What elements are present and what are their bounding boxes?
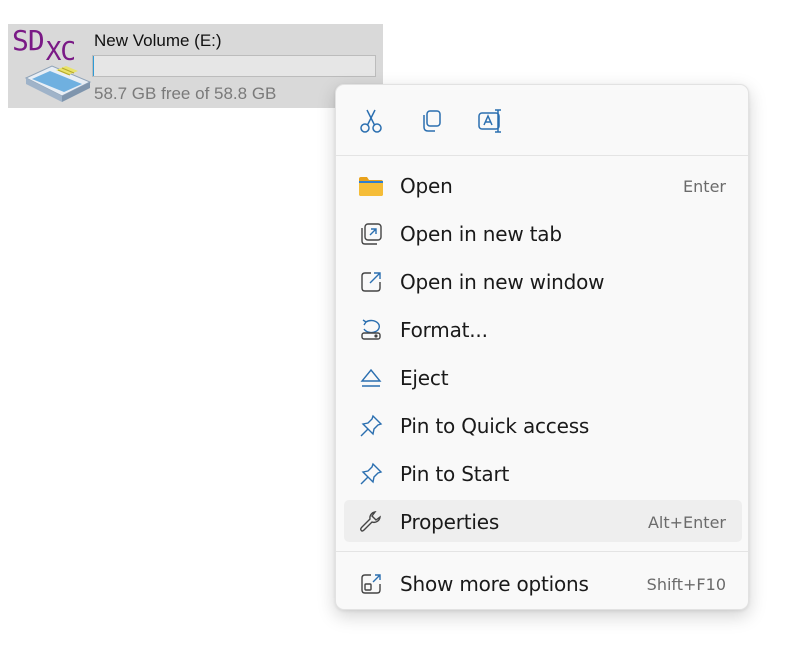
rename-button[interactable] [473,103,509,139]
menu-separator [336,551,748,552]
pin-icon [358,413,384,439]
drive-usage-bar [92,55,376,77]
drive-usage-fill [93,56,94,76]
rename-icon [478,109,501,133]
cut-button[interactable] [353,103,389,139]
drive-name: New Volume (E:) [94,31,222,50]
menu-item-show-more-options[interactable]: Show more options Shift+F10 [344,562,742,604]
copy-button[interactable] [413,103,449,139]
menu-item-pin-to-quick-access[interactable]: Pin to Quick access [344,404,742,446]
pin-icon [358,461,384,487]
menu-item-open-in-new-window[interactable]: Open in new window [344,260,742,302]
show-more-icon [358,571,384,597]
wrench-icon [358,509,384,535]
menu-item-pin-to-start[interactable]: Pin to Start [344,452,742,494]
menu-item-format[interactable]: Format... [344,308,742,350]
drive-tile[interactable]: SDXC New Volume (E:) 58.7 GB free of 58.… [8,24,383,108]
eject-icon [358,365,384,391]
menu-item-eject[interactable]: Eject [344,356,742,398]
open-new-tab-icon [358,221,384,247]
copy-icon [423,110,441,132]
drive-free-space: 58.7 GB free of 58.8 GB [94,84,277,103]
folder-icon [358,173,384,199]
context-menu-toolbar [336,85,748,155]
menu-item-open-in-new-tab[interactable]: Open in new tab [344,212,742,254]
menu-item-properties[interactable]: Properties Alt+Enter [344,500,742,542]
open-new-window-icon [358,269,384,295]
sdxc-logo: SDXC [12,24,76,68]
context-menu: Open Enter Open in new tab Open in new w… [335,84,749,610]
scissors-icon [360,109,382,133]
menu-item-open[interactable]: Open Enter [344,164,742,206]
menu-separator [336,155,748,156]
format-icon [358,317,384,343]
